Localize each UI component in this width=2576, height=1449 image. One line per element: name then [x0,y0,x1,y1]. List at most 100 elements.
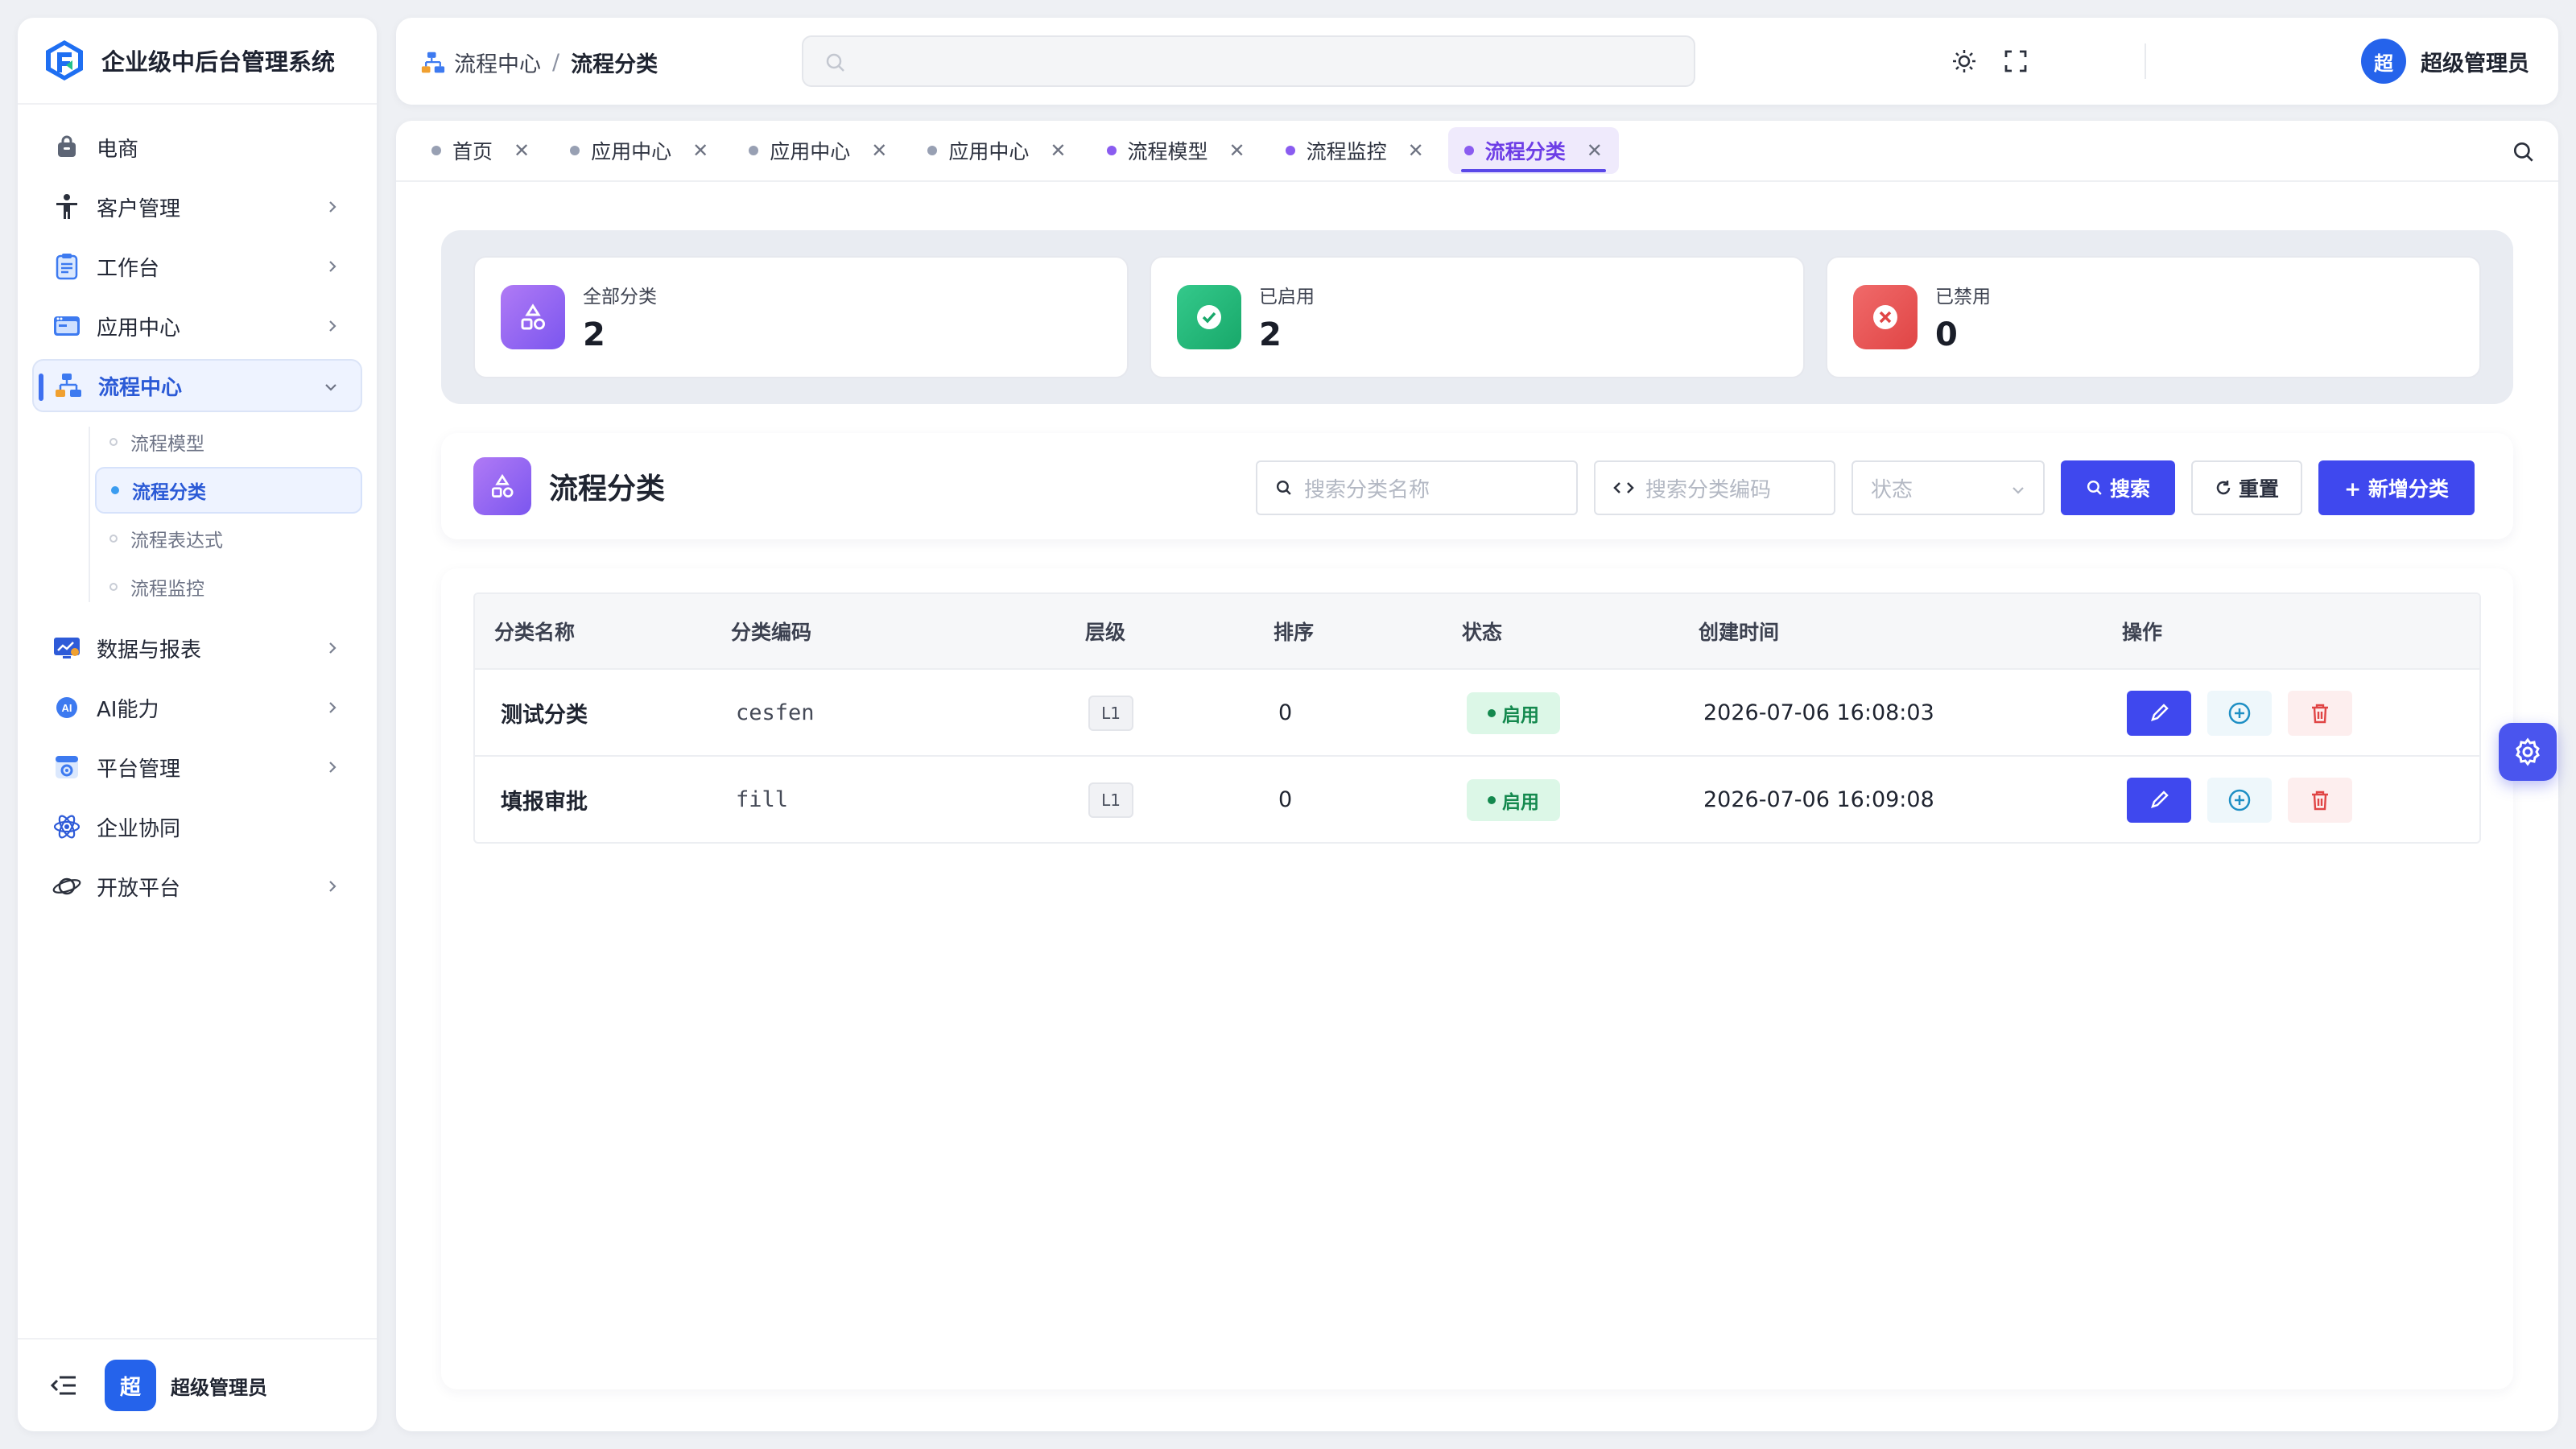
settings-float-button[interactable] [2499,723,2557,781]
theme-sun-icon[interactable] [1951,48,1977,74]
tab-label: 应用中心 [591,140,672,163]
sidebar-nav: 电商 客户管理 工作台 应用中心 流程中心 流程模型 流程分类 流程表达式 流程… [18,105,377,913]
sidebar-item-label: 工作台 [97,256,160,281]
page-title: 流程分类 [549,473,666,506]
sidebar-item-platform[interactable]: 平台管理 [32,741,362,794]
tab-search-icon[interactable] [2512,140,2536,164]
tab-app-center[interactable]: 应用中心 ✕ [554,127,724,174]
tab-app-center[interactable]: 应用中心 ✕ [733,127,903,174]
edit-button[interactable] [2127,691,2191,736]
check-circle-icon [1177,285,1241,349]
sidebar-subitem-flow-monitor[interactable]: 流程监控 [95,564,362,610]
stat-card-disabled: 已禁用 0 [1826,256,2481,378]
brand[interactable]: 企业级中后台管理系统 [18,18,377,105]
filter-toolbar: 流程分类 搜索分类名称 搜索分类编码 状态 搜索 重置 + 新增分类 [441,433,2513,539]
sidebar-item-app-center[interactable]: 应用中心 [32,299,362,353]
subitem-label: 流程分类 [132,482,206,503]
stat-card-enabled: 已启用 2 [1150,256,1805,378]
close-icon[interactable]: ✕ [1229,139,1245,162]
stat-label: 全部分类 [583,287,657,308]
level-badge: L1 [1088,696,1133,731]
close-icon[interactable]: ✕ [692,139,708,162]
search-icon [2086,479,2103,497]
sidebar-item-data-reports[interactable]: 数据与报表 [32,621,362,675]
header-divider [2145,43,2146,79]
sidebar-item-open-platform[interactable]: 开放平台 [32,860,362,913]
add-child-button[interactable] [2207,778,2272,823]
breadcrumb-separator: / [552,50,560,75]
sidebar-subitem-flow-model[interactable]: 流程模型 [95,419,362,465]
cell-name: 测试分类 [501,702,588,728]
status-badge: 启用 [1467,779,1560,821]
platform-gear-icon [52,752,82,782]
delete-button[interactable] [2288,778,2352,823]
breadcrumb-parent[interactable]: 流程中心 [454,47,541,78]
header-user-name: 超级管理员 [2421,51,2529,76]
table-row[interactable]: 测试分类 cesfen L1 0 启用 2026-07-06 16:08:03 [475,668,2479,755]
atom-icon [52,811,82,842]
tab-app-center[interactable]: 应用中心 ✕ [911,127,1082,174]
cell-code: cesfen [736,700,815,725]
chevron-right-icon [329,881,336,892]
tab-flow-category[interactable]: 流程分类 ✕ [1447,127,1619,174]
category-code-search-input[interactable]: 搜索分类编码 [1594,460,1835,515]
sidebar-item-label: 流程中心 [98,375,183,400]
tab-bar: 首页 ✕ 应用中心 ✕ 应用中心 ✕ 应用中心 ✕ 流程模型 ✕ 流程监控 ✕ 流程分类 ✕ [396,121,2558,182]
collapse-menu-icon[interactable] [50,1373,77,1397]
delete-button[interactable] [2288,691,2352,736]
category-name-search-input[interactable]: 搜索分类名称 [1256,460,1578,515]
sidebar-item-ai[interactable]: AI AI能力 [32,681,362,734]
sidebar: 企业级中后台管理系统 电商 客户管理 工作台 应用中心 流程中心 流程模型 流程… [18,18,377,1431]
sidebar-item-label: 平台管理 [97,757,181,782]
tab-flow-model[interactable]: 流程模型 ✕ [1091,127,1261,174]
chevron-down-icon [325,384,336,391]
close-icon[interactable]: ✕ [1408,139,1424,162]
tab-home[interactable]: 首页 ✕ [415,127,546,174]
table-row[interactable]: 填报审批 fill L1 0 启用 2026-07-06 16:09:08 [475,755,2479,842]
tab-dot [1106,146,1117,155]
status-dot [1488,796,1496,804]
status-select[interactable]: 状态 [1852,460,2045,515]
add-child-button[interactable] [2207,691,2272,736]
sidebar-item-collaboration[interactable]: 企业协同 [32,800,362,853]
sidebar-item-label: 企业协同 [97,816,181,841]
close-icon[interactable]: ✕ [871,139,887,162]
status-badge: 启用 [1467,692,1560,734]
tab-flow-monitor[interactable]: 流程监控 ✕ [1269,127,1440,174]
level-badge: L1 [1088,782,1133,818]
app-title: 企业级中后台管理系统 [101,48,336,76]
sidebar-subitem-flow-expression[interactable]: 流程表达式 [95,515,362,562]
sidebar-subitem-flow-category[interactable]: 流程分类 [95,467,362,514]
avatar[interactable]: 超 [105,1360,156,1411]
global-search-input[interactable] [802,35,1695,87]
person-icon [52,192,82,222]
tab-dot [749,146,759,155]
close-icon[interactable]: ✕ [1050,139,1066,162]
tab-dot [1285,146,1295,155]
sidebar-item-flow-center[interactable]: 流程中心 [32,359,362,412]
flow-icon [421,52,445,72]
column-header: 层级 [1085,621,1126,644]
bullet-icon [109,583,118,591]
status-text: 启用 [1502,705,1539,726]
close-icon[interactable]: ✕ [514,139,530,162]
cell-name: 填报审批 [501,789,588,815]
tab-dot [1463,146,1474,155]
column-header: 状态 [1462,621,1503,644]
sidebar-item-ecommerce[interactable]: 电商 [32,121,362,174]
avatar: 超 [2361,39,2406,84]
add-category-button[interactable]: + 新增分类 [2318,460,2475,515]
header-user-menu[interactable]: 超 超级管理员 [2361,39,2529,84]
reset-button[interactable]: 重置 [2191,460,2302,515]
trash-icon [2312,704,2328,724]
status-dot [1488,709,1496,717]
app-window-icon [52,311,82,341]
sidebar-item-workbench[interactable]: 工作台 [32,240,362,293]
sidebar-item-label: 客户管理 [97,196,181,221]
search-button[interactable]: 搜索 [2061,460,2175,515]
sidebar-item-customers[interactable]: 客户管理 [32,180,362,233]
edit-button[interactable] [2127,778,2191,823]
button-label: + 新增分类 [2344,477,2449,501]
close-icon[interactable]: ✕ [1587,139,1603,162]
fullscreen-icon[interactable] [2003,48,2029,74]
